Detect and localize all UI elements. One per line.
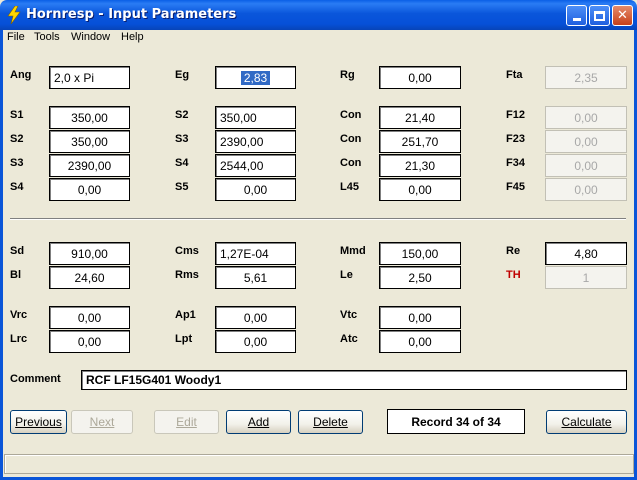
maximize-button[interactable] [589,5,610,26]
label-lrc: Lrc [10,333,28,345]
status-bar [4,454,634,474]
s4-b-field[interactable]: 2544,00 [215,154,296,177]
minimize-button[interactable] [566,5,587,26]
next-button[interactable]: Next [71,410,133,434]
label-s4-b: S4 [175,157,189,169]
section-divider [10,218,626,220]
comment-field[interactable]: RCF LF15G401 Woody1 [81,370,627,390]
label-l45: L45 [340,181,359,193]
label-fta: Fta [506,69,523,81]
label-rms: Rms [175,269,199,281]
window-title: Hornresp - Input Parameters [26,7,237,22]
s4-field[interactable]: 0,00 [49,178,130,201]
rg-field[interactable]: 0,00 [379,66,461,89]
eg-selected-value: 2,83 [240,70,271,85]
menu-help[interactable]: Help [121,31,144,43]
record-indicator: Record 34 of 34 [387,409,525,434]
eg-field[interactable]: 2,83 [215,66,296,89]
menu-tools[interactable]: Tools [34,31,60,43]
label-mmd: Mmd [340,245,366,257]
f34-field: 0,00 [545,154,627,177]
fta-field: 2,35 [545,66,627,89]
label-s3-b: S3 [175,133,189,145]
label-s3: S3 [10,157,24,169]
label-s5: S5 [175,181,189,193]
vrc-field[interactable]: 0,00 [49,306,130,329]
s3-field[interactable]: 2390,00 [49,154,130,177]
rms-field[interactable]: 5,61 [215,266,296,289]
label-cms: Cms [175,245,199,257]
label-vrc: Vrc [10,309,28,321]
app-lightning-icon [7,6,21,24]
close-icon: ✕ [617,8,628,23]
label-ang: Ang [10,69,32,81]
le-field[interactable]: 2,50 [379,266,461,289]
label-f23: F23 [506,133,525,145]
title-bar: Hornresp - Input Parameters ✕ [0,0,637,30]
calculate-button[interactable]: Calculate [546,410,627,434]
s3-b-field[interactable]: 2390,00 [215,130,296,153]
con-3-field[interactable]: 21,30 [379,154,461,177]
label-con-2: Con [340,133,362,145]
label-s2-b: S2 [175,109,189,121]
th-field: 1 [545,266,627,289]
menu-file[interactable]: File [7,31,25,43]
re-field[interactable]: 4,80 [545,242,627,265]
label-f45: F45 [506,181,525,193]
s2-b-field[interactable]: 350,00 [215,106,296,129]
label-s4: S4 [10,181,24,193]
s5-field[interactable]: 0,00 [215,178,296,201]
previous-button[interactable]: Previous [10,410,67,434]
label-comment: Comment [10,373,61,385]
ang-field[interactable]: 2,0 x Pi [49,66,130,89]
bl-field[interactable]: 24,60 [49,266,130,289]
label-rg: Rg [340,69,355,81]
menu-window[interactable]: Window [71,31,110,43]
lpt-field[interactable]: 0,00 [215,330,296,353]
atc-field[interactable]: 0,00 [379,330,461,353]
minimize-icon [572,18,581,21]
f12-field: 0,00 [545,106,627,129]
con-2-field[interactable]: 251,70 [379,130,461,153]
label-bl: Bl [10,269,21,281]
label-vtc: Vtc [340,309,358,321]
cms-field[interactable]: 1,27E-04 [215,242,296,265]
label-eg: Eg [175,69,190,81]
label-atc: Atc [340,333,358,345]
f45-field: 0,00 [545,178,627,201]
label-ap1: Ap1 [175,309,196,321]
label-lpt: Lpt [175,333,193,345]
delete-button[interactable]: Delete [298,410,363,434]
label-s1: S1 [10,109,24,121]
label-th: TH [506,269,521,281]
mmd-field[interactable]: 150,00 [379,242,461,265]
label-le: Le [340,269,353,281]
s1-field[interactable]: 350,00 [49,106,130,129]
vtc-field[interactable]: 0,00 [379,306,461,329]
sd-field[interactable]: 910,00 [49,242,130,265]
maximize-icon [594,10,605,21]
con-1-field[interactable]: 21,40 [379,106,461,129]
edit-button[interactable]: Edit [154,410,219,434]
l45-field[interactable]: 0,00 [379,178,461,201]
close-button[interactable]: ✕ [612,5,633,26]
ap1-field[interactable]: 0,00 [215,306,296,329]
lrc-field[interactable]: 0,00 [49,330,130,353]
label-con-3: Con [340,157,362,169]
label-re: Re [506,245,521,257]
label-sd: Sd [10,245,25,257]
s2-field[interactable]: 350,00 [49,130,130,153]
menu-bar: File Tools Window Help [3,30,634,48]
label-f12: F12 [506,109,525,121]
label-f34: F34 [506,157,525,169]
add-button[interactable]: Add [226,410,291,434]
f23-field: 0,00 [545,130,627,153]
window-frame-left [0,30,3,480]
label-s2: S2 [10,133,24,145]
label-con-1: Con [340,109,362,121]
